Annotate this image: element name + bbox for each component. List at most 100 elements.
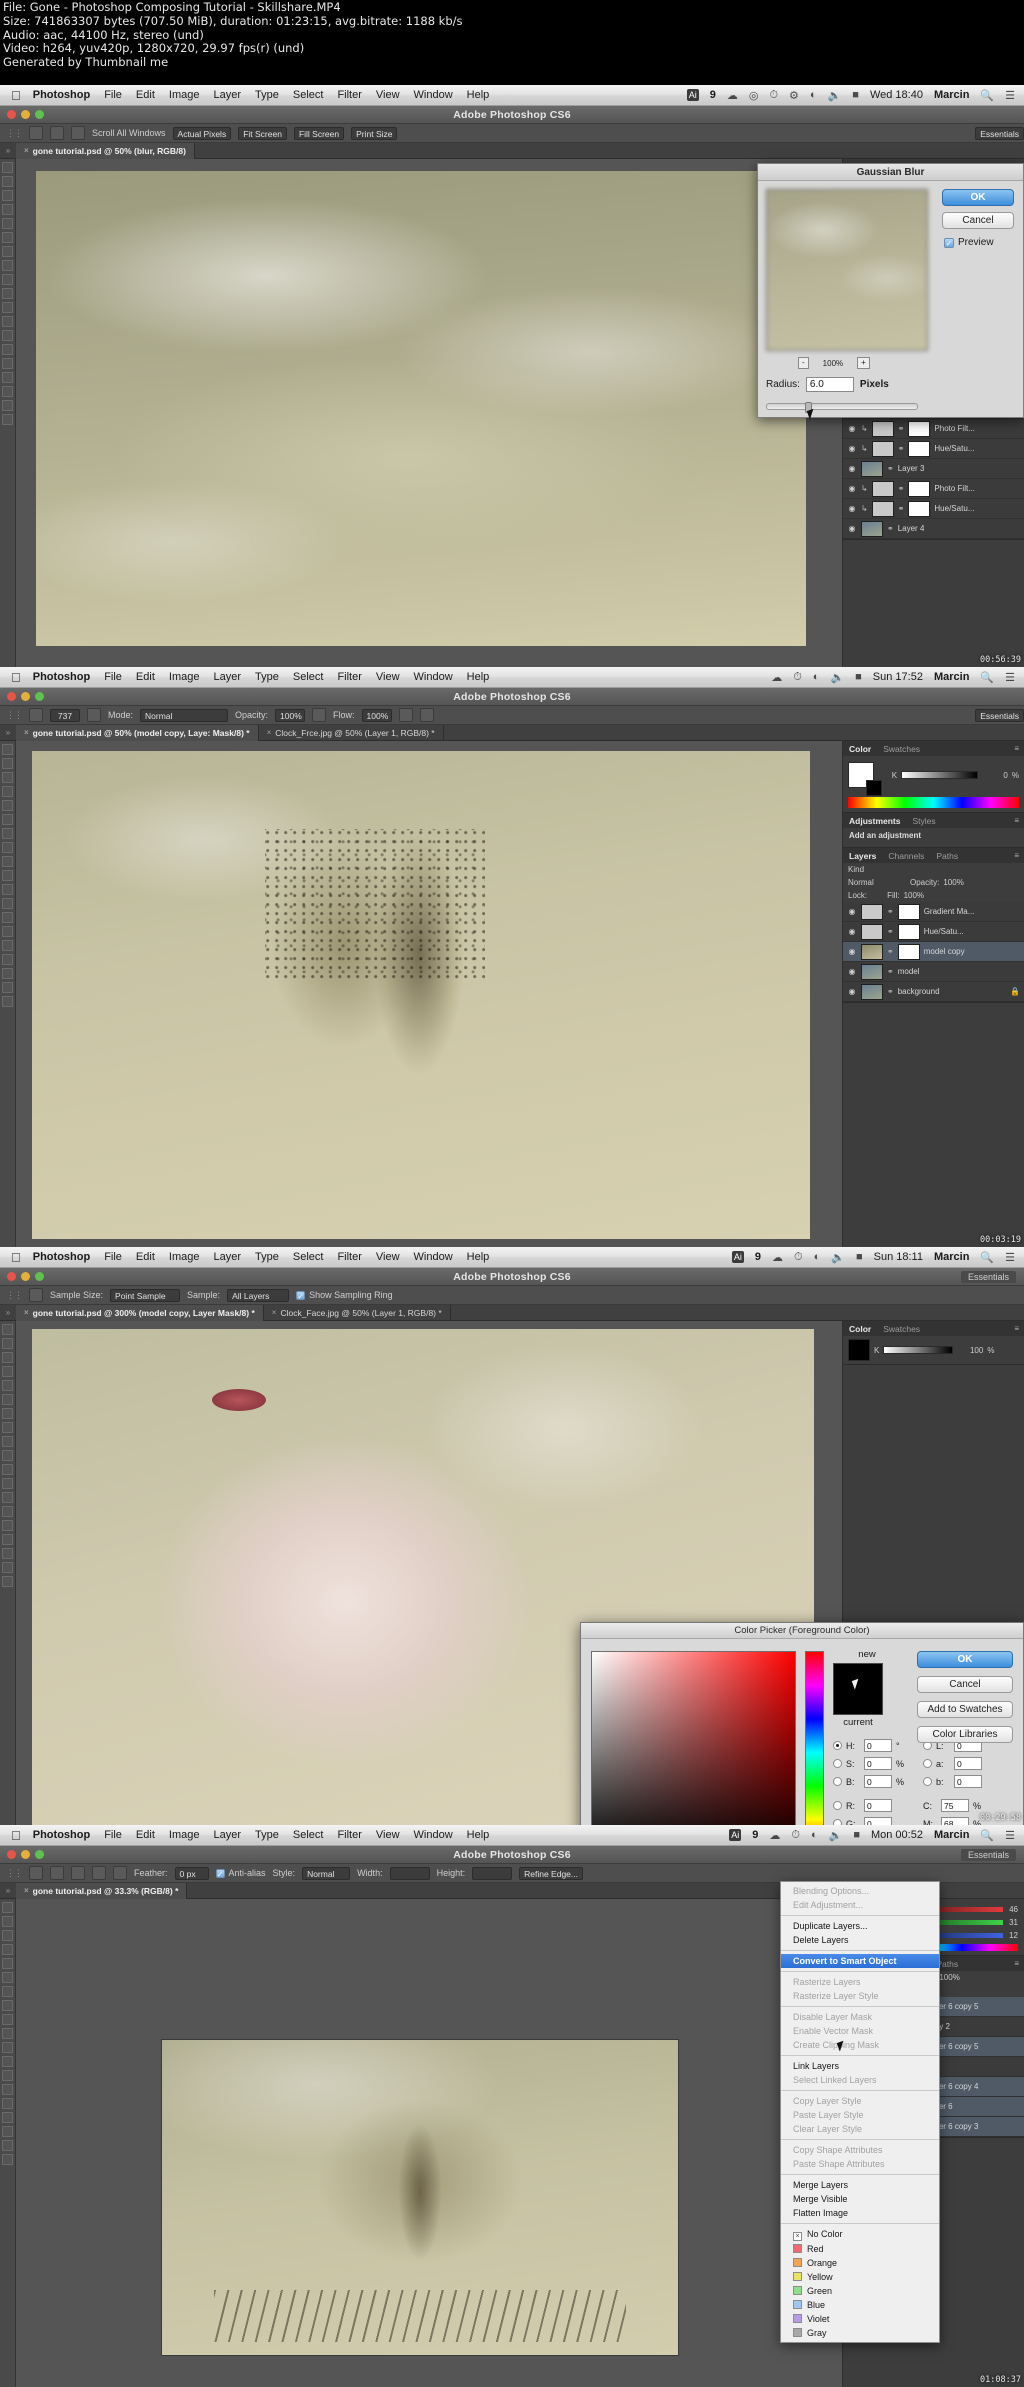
- user-label[interactable]: Marcin: [934, 671, 969, 683]
- illustrator-badge-icon[interactable]: Ai: [731, 1251, 744, 1263]
- tools-panel-3[interactable]: [0, 1321, 16, 1825]
- menu-help[interactable]: Help: [467, 671, 490, 683]
- illustrator-badge-icon[interactable]: Ai: [729, 1829, 742, 1841]
- color-field-row[interactable]: S: 0%: [833, 1757, 904, 1770]
- bluetooth-icon[interactable]: ⚙: [789, 89, 799, 102]
- menu-select[interactable]: Select: [293, 1251, 324, 1263]
- type-tool-icon[interactable]: [2, 940, 13, 951]
- k-value-input[interactable]: 0: [982, 771, 1007, 780]
- healing-tool-icon[interactable]: [2, 1408, 13, 1419]
- layer-visibility-icon[interactable]: ◉: [847, 444, 857, 453]
- color-mode-radio[interactable]: [833, 1777, 842, 1786]
- layer-visibility-icon[interactable]: ◉: [847, 524, 857, 533]
- creative-cloud-icon[interactable]: ☁: [727, 89, 738, 102]
- tab-color[interactable]: Color: [849, 744, 871, 754]
- layer-row[interactable]: ◉ ⚭ Hue/Satu...: [843, 922, 1024, 942]
- menu-filter[interactable]: Filter: [337, 1251, 361, 1263]
- color-mode-radio[interactable]: [923, 1759, 932, 1768]
- layer-opacity-value[interactable]: 100%: [939, 1973, 967, 1982]
- path-select-tool-icon[interactable]: [2, 954, 13, 965]
- layer-thumbnail[interactable]: [861, 460, 883, 477]
- cancel-button[interactable]: Cancel: [917, 1676, 1013, 1693]
- color-spectrum-bar[interactable]: [848, 797, 1019, 808]
- menu-filter[interactable]: Filter: [337, 1829, 361, 1841]
- tab-color[interactable]: Color: [849, 1324, 871, 1334]
- layer-thumbnail[interactable]: [861, 923, 883, 940]
- pressure-opacity-icon[interactable]: [312, 708, 327, 722]
- lasso-tool-icon[interactable]: [2, 772, 13, 783]
- flow-input[interactable]: 100%: [361, 708, 392, 722]
- color-mode-radio[interactable]: [833, 1759, 842, 1768]
- fill-value[interactable]: 100%: [904, 891, 932, 900]
- tab-channels[interactable]: Channels: [888, 851, 924, 861]
- color-panel-tabs[interactable]: Color Swatches ≡: [843, 741, 1024, 756]
- color-field-input[interactable]: 0: [864, 1775, 892, 1788]
- lasso-tool-icon[interactable]: [2, 1930, 13, 1941]
- color-field-row[interactable]: H: 0 °: [833, 1739, 904, 1752]
- close-tab-icon[interactable]: ×: [24, 146, 29, 155]
- wifi-icon[interactable]: ◐: [813, 671, 820, 683]
- menu-file[interactable]: File: [104, 89, 122, 101]
- tab-adjustments[interactable]: Adjustments: [849, 816, 900, 826]
- menu-layer[interactable]: Layer: [213, 1829, 241, 1841]
- workspace-switcher[interactable]: Essentials: [960, 1270, 1016, 1283]
- menu-file[interactable]: File: [104, 1251, 122, 1263]
- context-menu-item[interactable]: Blue: [781, 2298, 939, 2312]
- menu-edit[interactable]: Edit: [136, 1829, 155, 1841]
- scroll-all-windows-checkbox[interactable]: Scroll All Windows: [92, 128, 166, 138]
- battery-icon[interactable]: ■: [855, 671, 862, 683]
- panel-menu-icon[interactable]: ≡: [1014, 816, 1024, 825]
- path-select-tool-icon[interactable]: [2, 1534, 13, 1545]
- color-picker-dialog[interactable]: Color Picker (Foreground Color) new curr…: [580, 1622, 1024, 1825]
- tools-panel[interactable]: [0, 159, 16, 667]
- menu-type[interactable]: Type: [255, 1829, 279, 1841]
- color-field-input[interactable]: 0: [864, 1817, 892, 1825]
- layer-thumbnail[interactable]: [871, 480, 894, 497]
- timemachine-icon[interactable]: ⏱: [769, 89, 778, 102]
- options-bar-grip[interactable]: ⋮⋮: [6, 1290, 23, 1301]
- layer-row[interactable]: ◉ ⚭ Gradient Ma...: [843, 902, 1024, 922]
- marquee-tool-icon[interactable]: [2, 176, 13, 187]
- menu-view[interactable]: View: [376, 89, 400, 101]
- layers-list[interactable]: ◉ ⚭ Gradient Ma... ◉ ⚭ Hue/Satu... ◉ ⚭ model cop…: [843, 902, 1024, 1002]
- layer-row[interactable]: ◉ ↳ ⚭ Photo Filt...: [843, 479, 1024, 499]
- wifi-icon[interactable]: ◐: [811, 1829, 818, 1841]
- marquee-tool-icon[interactable]: [2, 1338, 13, 1349]
- shape-tool-icon[interactable]: [2, 386, 13, 397]
- menu-photoshop[interactable]: Photoshop: [33, 89, 90, 101]
- new-selection-icon[interactable]: [50, 1866, 64, 1880]
- options-bar-grip[interactable]: ⋮⋮: [6, 128, 23, 139]
- add-to-swatches-button[interactable]: Add to Swatches: [917, 1701, 1013, 1718]
- menu-view[interactable]: View: [376, 1251, 400, 1263]
- dodge-tool-icon[interactable]: [2, 912, 13, 923]
- illustrator-badge-icon[interactable]: Ai: [686, 89, 699, 101]
- brush-tool-icon[interactable]: [2, 1422, 13, 1433]
- menu-view[interactable]: View: [376, 1829, 400, 1841]
- menu-filter[interactable]: Filter: [337, 671, 361, 683]
- panel-menu-icon[interactable]: ≡: [1014, 1959, 1024, 1968]
- preview-zoom-out-button[interactable]: -: [798, 357, 809, 369]
- layer-row[interactable]: ◉ ⚭ model: [843, 962, 1024, 982]
- context-menu-item[interactable]: Duplicate Layers...: [781, 1919, 939, 1933]
- context-menu-item[interactable]: Gray: [781, 2326, 939, 2340]
- fit-screen-button[interactable]: Fit Screen: [238, 126, 287, 140]
- document-tab-0[interactable]: × gone tutorial.psd @ 50% (model copy, L…: [16, 724, 259, 741]
- clone-stamp-tool-icon[interactable]: [2, 856, 13, 867]
- eraser-tool-icon[interactable]: [2, 288, 13, 299]
- workspace-switcher[interactable]: Essentials: [975, 708, 1024, 722]
- brush-tool-icon[interactable]: [29, 708, 43, 722]
- gaussian-blur-dialog[interactable]: Gaussian Blur - 100% + Radius: 6.0 Pixel…: [757, 163, 1024, 420]
- shape-tool-icon[interactable]: [2, 2126, 13, 2137]
- clock-label[interactable]: Sun 18:11: [874, 1251, 923, 1263]
- zoom-tool-side-icon[interactable]: [2, 996, 13, 1007]
- menu-photoshop[interactable]: Photoshop: [33, 671, 90, 683]
- close-tab-icon[interactable]: ×: [24, 1308, 29, 1317]
- layer-mask-thumbnail[interactable]: [897, 903, 920, 920]
- layer-visibility-icon[interactable]: ◉: [847, 464, 857, 473]
- document-tab-0[interactable]: × gone tutorial.psd @ 33.3% (RGB/8) *: [16, 1882, 188, 1899]
- timemachine-icon[interactable]: ⏱: [793, 671, 802, 684]
- layer-visibility-icon[interactable]: ◉: [847, 947, 857, 956]
- quick-select-tool-icon[interactable]: [2, 1944, 13, 1955]
- zoom-tool-side-icon[interactable]: [2, 1576, 13, 1587]
- gradient-tool-icon[interactable]: [2, 302, 13, 313]
